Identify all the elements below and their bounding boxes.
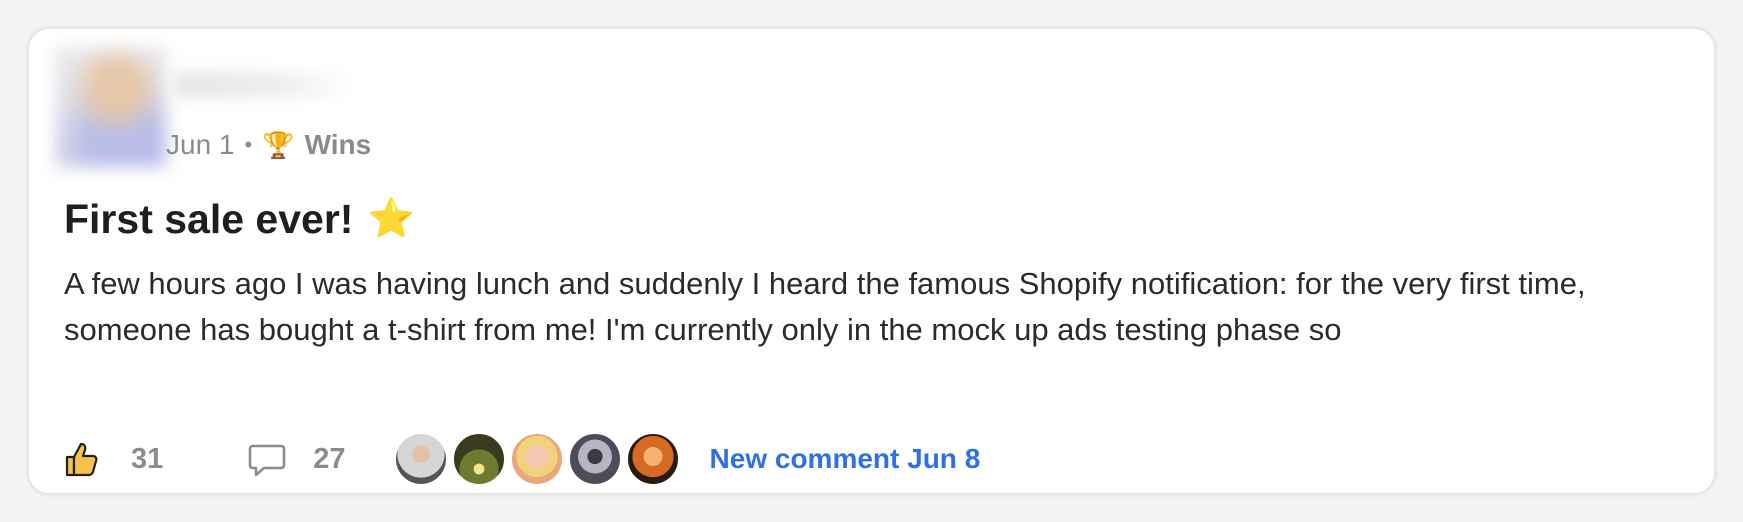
- post-meta: Jun 1 • 🏆 Wins: [166, 125, 371, 165]
- post-card[interactable]: Jun 1 • 🏆 Wins First sale ever! ⭐ A few …: [27, 27, 1716, 495]
- comment-icon[interactable]: [245, 437, 289, 481]
- like-icon[interactable]: [59, 437, 103, 481]
- like-count: 31: [131, 442, 164, 475]
- post-title-text: First sale ever!: [64, 195, 354, 242]
- new-comment-link[interactable]: New comment Jun 8: [710, 443, 981, 475]
- trophy-icon: 🏆: [262, 129, 295, 160]
- commenter-avatar[interactable]: [451, 432, 506, 486]
- commenter-avatar[interactable]: [509, 432, 564, 486]
- star-icon: ⭐: [367, 198, 415, 240]
- meta-separator: •: [244, 132, 253, 157]
- commenter-avatar[interactable]: [567, 432, 622, 486]
- post-title[interactable]: First sale ever! ⭐: [64, 189, 415, 249]
- category-link[interactable]: Wins: [305, 129, 372, 161]
- post-footer: 31 27 New comment Jun 8: [59, 429, 980, 489]
- commenter-avatars[interactable]: [393, 432, 680, 486]
- commenter-avatar[interactable]: [625, 432, 680, 486]
- post-body[interactable]: A few hours ago I was having lunch and s…: [64, 261, 1694, 353]
- post-date: Jun 1: [166, 129, 235, 160]
- author-name-blurred[interactable]: [174, 71, 354, 99]
- comment-count: 27: [313, 442, 346, 475]
- author-avatar[interactable]: [55, 47, 167, 167]
- commenter-avatar[interactable]: [393, 432, 448, 486]
